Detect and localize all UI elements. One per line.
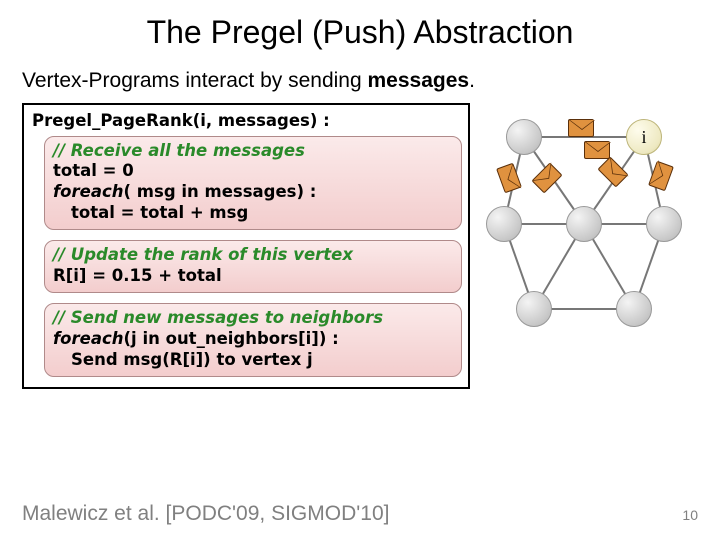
citation: Malewicz et al. [PODC'09, SIGMOD'10] (22, 502, 389, 526)
code-box: Pregel_PageRank(i, messages) : // Receiv… (22, 103, 470, 389)
code-block-send: // Send new messages to neighbors foreac… (44, 303, 462, 377)
envelope-icon (568, 119, 594, 137)
graph-vertex (486, 206, 522, 242)
graph-vertex (516, 291, 552, 327)
code-block-update: // Update the rank of this vertex R[i] =… (44, 240, 462, 293)
content-row: Pregel_PageRank(i, messages) : // Receiv… (0, 93, 720, 389)
code-header: Pregel_PageRank(i, messages) : (30, 111, 462, 132)
code-line: total = total + msg (53, 203, 453, 224)
graph-vertex (506, 119, 542, 155)
comment-send: // Send new messages to neighbors (53, 308, 453, 329)
subtitle-text: Vertex-Programs interact by sending (22, 69, 368, 92)
comment-receive: // Receive all the messages (53, 141, 453, 162)
graph-vertex (616, 291, 652, 327)
slide-title: The Pregel (Push) Abstraction (0, 0, 720, 51)
code-line: foreach(j in out_neighbors[i]) : (53, 329, 453, 350)
subtitle-end: . (469, 69, 475, 92)
comment-update: // Update the rank of this vertex (53, 245, 453, 266)
subtitle-bold: messages (368, 69, 470, 92)
code-line: foreach( msg in messages) : (53, 182, 453, 203)
graph-vertex-i: i (626, 119, 662, 155)
graph-diagram: i (484, 109, 684, 339)
page-number: 10 (682, 507, 698, 523)
code-block-receive: // Receive all the messages total = 0 fo… (44, 136, 462, 231)
code-line: Send msg(R[i]) to vertex j (53, 350, 453, 371)
graph-vertex (646, 206, 682, 242)
graph-vertex (566, 206, 602, 242)
code-line: R[i] = 0.15 + total (53, 266, 453, 287)
envelope-icon (584, 141, 610, 159)
slide-subtitle: Vertex-Programs interact by sending mess… (0, 51, 720, 93)
code-line: total = 0 (53, 161, 453, 182)
footer: Malewicz et al. [PODC'09, SIGMOD'10] 10 (22, 502, 698, 526)
